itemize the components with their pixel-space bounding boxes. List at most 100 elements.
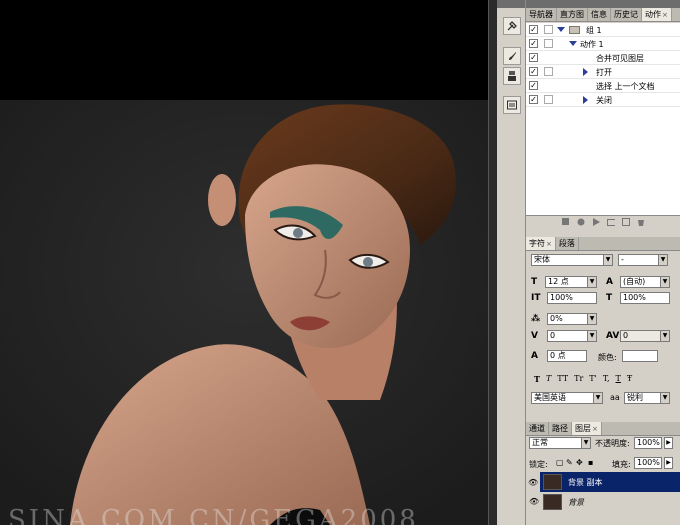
subscript-button[interactable]: T, — [603, 374, 610, 384]
close-icon[interactable]: × — [546, 240, 552, 248]
toggle-checkbox[interactable]: ✓ — [529, 53, 538, 62]
action-row-step[interactable]: ✓ 合并可见图层 — [526, 51, 680, 65]
clone-source-icon[interactable] — [503, 67, 521, 85]
lock-all-icon[interactable]: ▪ — [588, 458, 593, 467]
record-icon[interactable] — [577, 218, 585, 226]
kerning-icon: V — [531, 331, 538, 341]
language-select[interactable]: 美国英语 ▼ — [531, 392, 603, 404]
opacity-field[interactable]: 100% — [634, 437, 662, 449]
color-swatch[interactable] — [622, 350, 658, 362]
blend-mode-select[interactable]: 正常 ▼ — [529, 437, 591, 449]
layer-name: 背景 — [568, 498, 584, 507]
expand-triangle-icon[interactable] — [583, 96, 588, 104]
dialog-toggle[interactable] — [544, 67, 553, 76]
delete-icon[interactable] — [637, 218, 645, 226]
lock-pixels-icon[interactable]: ✎ — [566, 458, 573, 467]
action-row-set[interactable]: ✓ 组 1 — [526, 23, 680, 37]
tab-navigator[interactable]: 导航器 — [526, 8, 557, 21]
dialog-toggle[interactable] — [544, 39, 553, 48]
toggle-checkbox[interactable]: ✓ — [529, 81, 538, 90]
panels-header — [526, 0, 680, 8]
action-row-step[interactable]: ✓ 打开 — [526, 65, 680, 79]
layer-comps-icon[interactable] — [503, 96, 521, 114]
tab-paragraph[interactable]: 段落 — [556, 237, 579, 250]
superscript-button[interactable]: T' — [589, 374, 597, 384]
layer-row[interactable]: 👁 背景 — [526, 492, 680, 512]
folder-icon — [569, 26, 580, 34]
toggle-checkbox[interactable]: ✓ — [529, 25, 538, 34]
layer-thumbnail — [543, 474, 562, 490]
expand-triangle-icon[interactable] — [583, 68, 588, 76]
new-action-icon[interactable] — [621, 217, 630, 226]
font-family-select[interactable]: 宋体 ▼ — [531, 254, 613, 266]
play-icon[interactable] — [592, 217, 600, 226]
tab-info[interactable]: 信息 — [588, 8, 611, 21]
tsume-field[interactable]: 0% ▼ — [547, 313, 597, 325]
chevron-down-icon: ▼ — [658, 255, 667, 265]
vertical-scale-field[interactable]: 100% — [547, 292, 597, 304]
small-caps-button[interactable]: Tr — [574, 374, 583, 384]
brushes-icon[interactable] — [503, 47, 521, 65]
expand-triangle-icon[interactable] — [569, 41, 577, 46]
document-canvas[interactable]: SINA.COM.CN/GEGA2008 — [0, 0, 488, 525]
faux-bold-button[interactable]: T — [534, 374, 540, 384]
lock-transparency-icon[interactable]: ▢ — [556, 458, 564, 467]
strikethrough-button[interactable]: Ŧ — [627, 374, 632, 384]
horizontal-scale-field[interactable]: 100% — [620, 292, 670, 304]
action-row-action[interactable]: ✓ 动作 1 — [526, 37, 680, 51]
font-style-select[interactable]: - ▼ — [618, 254, 668, 266]
tab-character[interactable]: 字符× — [526, 237, 556, 250]
chevron-down-icon: ▼ — [660, 393, 669, 403]
visibility-eye-icon[interactable]: 👁 — [526, 472, 540, 492]
chevron-down-icon: ▼ — [587, 277, 596, 287]
baseline-shift-field[interactable]: 0 点 — [547, 350, 587, 362]
tool-presets-icon[interactable] — [503, 17, 521, 35]
fill-field[interactable]: 100% — [634, 457, 662, 469]
visibility-eye-icon[interactable]: 👁 — [529, 497, 539, 506]
fill-label: 填充: — [612, 460, 631, 469]
toggle-checkbox[interactable]: ✓ — [529, 95, 538, 104]
stop-icon[interactable] — [562, 218, 570, 226]
layer-thumbnail — [543, 494, 562, 510]
tab-layers[interactable]: 图层× — [572, 422, 602, 435]
action-row-step[interactable]: ✓ 选择 上一个文档 — [526, 79, 680, 93]
dialog-toggle[interactable] — [544, 95, 553, 104]
tab-channels[interactable]: 通道 — [526, 422, 549, 435]
vertical-scale-icon: IT — [531, 293, 541, 303]
lock-position-icon[interactable]: ✥ — [576, 458, 583, 467]
panel-divider[interactable] — [488, 0, 497, 525]
chevron-down-icon: ▼ — [660, 277, 669, 287]
opacity-arrow-icon[interactable]: ▶ — [664, 437, 673, 449]
action-row-step[interactable]: ✓ 关闭 — [526, 93, 680, 107]
action-step-label: 选择 上一个文档 — [596, 82, 655, 91]
expand-triangle-icon[interactable] — [557, 27, 565, 32]
photoshop-window: SINA.COM.CN/GEGA2008 导航器 直方图 信息 历史记 动作× — [0, 0, 680, 525]
layer-name: 背景 副本 — [568, 478, 603, 487]
all-caps-button[interactable]: TT — [557, 374, 568, 384]
close-icon[interactable]: × — [592, 425, 598, 433]
action-set-label: 组 1 — [586, 26, 602, 35]
antialias-select[interactable]: 锐利 ▼ — [624, 392, 670, 404]
kerning-field[interactable]: 0 ▼ — [547, 330, 597, 342]
font-size-field[interactable]: 12 点 ▼ — [545, 276, 597, 288]
tracking-field[interactable]: 0 ▼ — [620, 330, 670, 342]
new-set-icon[interactable] — [606, 218, 615, 226]
layer-row-selected[interactable]: 👁 背景 副本 — [526, 472, 680, 492]
close-icon[interactable]: × — [662, 11, 668, 19]
layers-panel-tabs: 通道 路径 图层× — [526, 422, 680, 436]
underline-button[interactable]: T — [616, 374, 621, 384]
toggle-checkbox[interactable]: ✓ — [529, 39, 538, 48]
dialog-toggle[interactable] — [544, 25, 553, 34]
baseline-shift-icon: A — [531, 351, 538, 361]
tracking-icon: AV — [606, 331, 620, 341]
leading-field[interactable]: (自动) ▼ — [620, 276, 670, 288]
tab-actions[interactable]: 动作× — [642, 8, 672, 21]
tab-paths[interactable]: 路径 — [549, 422, 572, 435]
toggle-checkbox[interactable]: ✓ — [529, 67, 538, 76]
type-style-buttons: T T TT Tr T' T, T Ŧ — [534, 374, 632, 384]
faux-italic-button[interactable]: T — [546, 374, 551, 384]
fill-arrow-icon[interactable]: ▶ — [664, 457, 673, 469]
tab-history[interactable]: 历史记 — [611, 8, 642, 21]
tab-histogram[interactable]: 直方图 — [557, 8, 588, 21]
font-size-icon: T — [531, 277, 538, 287]
